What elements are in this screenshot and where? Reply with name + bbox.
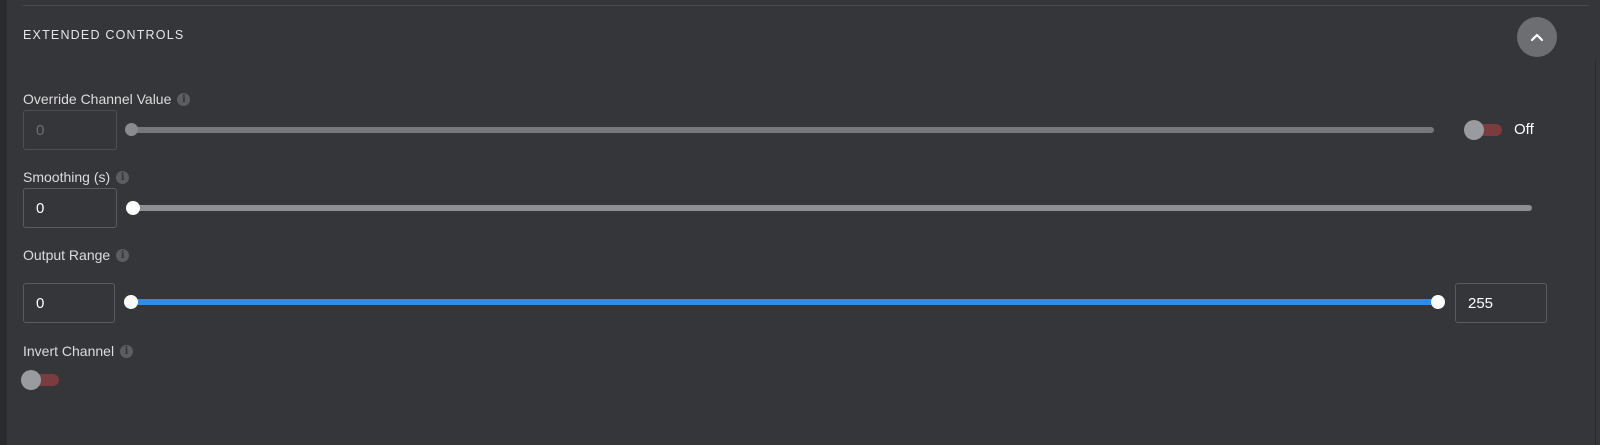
invert-channel-toggle[interactable] bbox=[21, 370, 59, 390]
override-channel-slider-track[interactable] bbox=[131, 127, 1434, 133]
smoothing-label: Smoothing (s) i bbox=[23, 169, 130, 185]
output-range-min-input[interactable]: 0 bbox=[23, 283, 115, 323]
override-toggle-state: Off bbox=[1514, 121, 1534, 138]
override-channel-slider-thumb[interactable] bbox=[125, 123, 138, 136]
info-icon[interactable]: i bbox=[116, 170, 130, 184]
info-icon[interactable]: i bbox=[120, 344, 134, 358]
override-channel-toggle[interactable] bbox=[1464, 120, 1502, 140]
output-range-label-text: Output Range bbox=[23, 247, 111, 263]
extended-controls-panel: EXTENDED CONTROLS Override Channel Value… bbox=[6, 0, 1600, 445]
output-range-label: Output Range i bbox=[23, 247, 130, 263]
output-range-max-thumb[interactable] bbox=[1431, 295, 1445, 309]
output-range-min-thumb[interactable] bbox=[124, 295, 138, 309]
top-divider bbox=[23, 5, 1589, 6]
section-title: EXTENDED CONTROLS bbox=[23, 28, 185, 42]
output-range-max-input[interactable]: 255 bbox=[1455, 283, 1547, 323]
smoothing-slider-thumb[interactable] bbox=[126, 201, 140, 215]
collapse-button[interactable] bbox=[1517, 17, 1557, 57]
toggle-knob bbox=[1464, 120, 1484, 140]
chevron-up-icon bbox=[1530, 33, 1544, 42]
info-icon[interactable]: i bbox=[177, 92, 191, 106]
smoothing-slider-track[interactable] bbox=[131, 205, 1532, 211]
invert-channel-label: Invert Channel i bbox=[23, 343, 134, 359]
smoothing-label-text: Smoothing (s) bbox=[23, 169, 111, 185]
override-channel-label-text: Override Channel Value bbox=[23, 91, 172, 107]
override-channel-label: Override Channel Value i bbox=[23, 91, 191, 107]
output-range-slider-track[interactable] bbox=[130, 299, 1438, 305]
toggle-knob bbox=[21, 370, 41, 390]
info-icon[interactable]: i bbox=[116, 248, 130, 262]
invert-channel-label-text: Invert Channel bbox=[23, 343, 115, 359]
override-channel-input[interactable]: 0 bbox=[23, 110, 117, 150]
panel-right-border bbox=[1595, 60, 1596, 445]
smoothing-input[interactable]: 0 bbox=[23, 188, 117, 228]
